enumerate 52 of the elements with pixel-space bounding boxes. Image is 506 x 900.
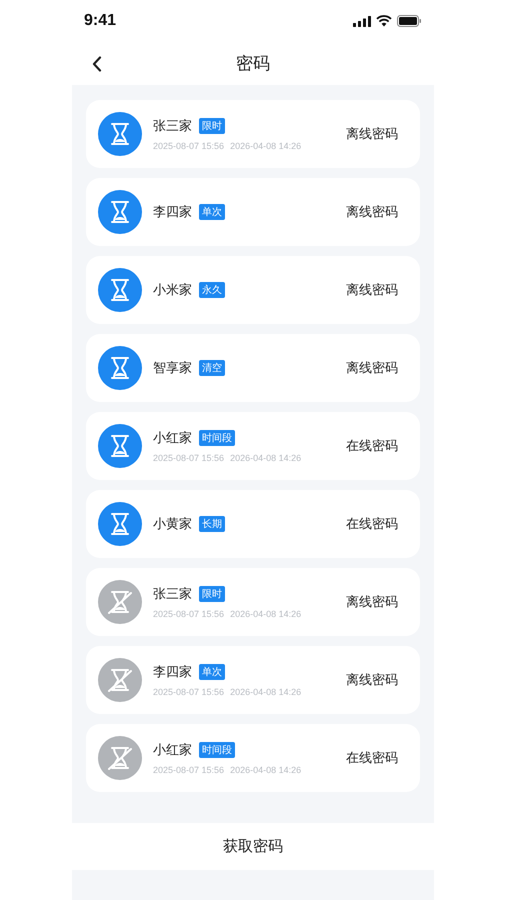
start-time: 2025-08-07 15:56 xyxy=(153,141,224,151)
password-card[interactable]: 张三家 限时 2025-08-07 15:56 2026-04-08 14:26 离线密码 xyxy=(86,100,420,168)
password-type: 离线密码 xyxy=(346,282,398,299)
home-name: 李四家 xyxy=(153,204,192,221)
password-type: 离线密码 xyxy=(346,204,398,221)
password-card[interactable]: 张三家 限时 2025-08-07 15:56 2026-04-08 14:26 离线密码 xyxy=(86,568,420,636)
end-time: 2026-04-08 14:26 xyxy=(230,453,302,463)
password-type: 在线密码 xyxy=(346,750,398,767)
type-tag: 永久 xyxy=(199,282,225,298)
home-name: 小红家 xyxy=(153,742,192,759)
password-card[interactable]: 小红家 时间段 2025-08-07 15:56 2026-04-08 14:26 在线密码 xyxy=(86,412,420,480)
type-tag: 时间段 xyxy=(199,742,235,758)
type-tag: 时间段 xyxy=(199,430,235,446)
type-tag: 单次 xyxy=(199,204,225,220)
end-time: 2026-04-08 14:26 xyxy=(230,687,302,697)
end-time: 2026-04-08 14:26 xyxy=(230,765,302,775)
home-name: 智享家 xyxy=(153,360,192,377)
back-icon[interactable] xyxy=(92,56,102,72)
type-tag: 清空 xyxy=(199,360,225,376)
start-time: 2025-08-07 15:56 xyxy=(153,765,224,775)
home-name: 张三家 xyxy=(153,586,192,603)
home-name: 小黄家 xyxy=(153,516,192,533)
home-name: 小红家 xyxy=(153,430,192,447)
start-time: 2025-08-07 15:56 xyxy=(153,453,224,463)
password-card[interactable]: 李四家 单次 离线密码 xyxy=(86,178,420,246)
start-time: 2025-08-07 15:56 xyxy=(153,687,224,697)
password-type: 离线密码 xyxy=(346,126,398,143)
status-time: 9:41 xyxy=(84,12,116,30)
password-type: 离线密码 xyxy=(346,594,398,611)
type-tag: 限时 xyxy=(199,586,225,602)
password-type: 在线密码 xyxy=(346,516,398,533)
password-card[interactable]: 小黄家 长期 在线密码 xyxy=(86,490,420,558)
password-type: 在线密码 xyxy=(346,438,398,455)
type-tag: 单次 xyxy=(199,664,225,680)
battery-icon xyxy=(397,15,422,27)
home-name: 李四家 xyxy=(153,664,192,681)
password-card[interactable]: 小米家 永久 离线密码 xyxy=(86,256,420,324)
type-tag: 长期 xyxy=(199,516,225,532)
end-time: 2026-04-08 14:26 xyxy=(230,609,302,619)
password-type: 离线密码 xyxy=(346,360,398,377)
signal-icon xyxy=(353,16,371,26)
home-name: 小米家 xyxy=(153,282,192,299)
page-title: 密码 xyxy=(236,53,270,75)
type-tag: 限时 xyxy=(199,118,225,134)
password-card[interactable]: 李四家 单次 2025-08-07 15:56 2026-04-08 14:26 离线密码 xyxy=(86,646,420,714)
start-time: 2025-08-07 15:56 xyxy=(153,609,224,619)
password-card[interactable]: 智享家 清空 离线密码 xyxy=(86,334,420,402)
end-time: 2026-04-08 14:26 xyxy=(230,141,302,151)
password-card[interactable]: 小红家 时间段 2025-08-07 15:56 2026-04-08 14:26 在线密码 xyxy=(86,724,420,792)
wifi-icon xyxy=(376,15,392,27)
home-name: 张三家 xyxy=(153,118,192,135)
password-type: 离线密码 xyxy=(346,672,398,689)
